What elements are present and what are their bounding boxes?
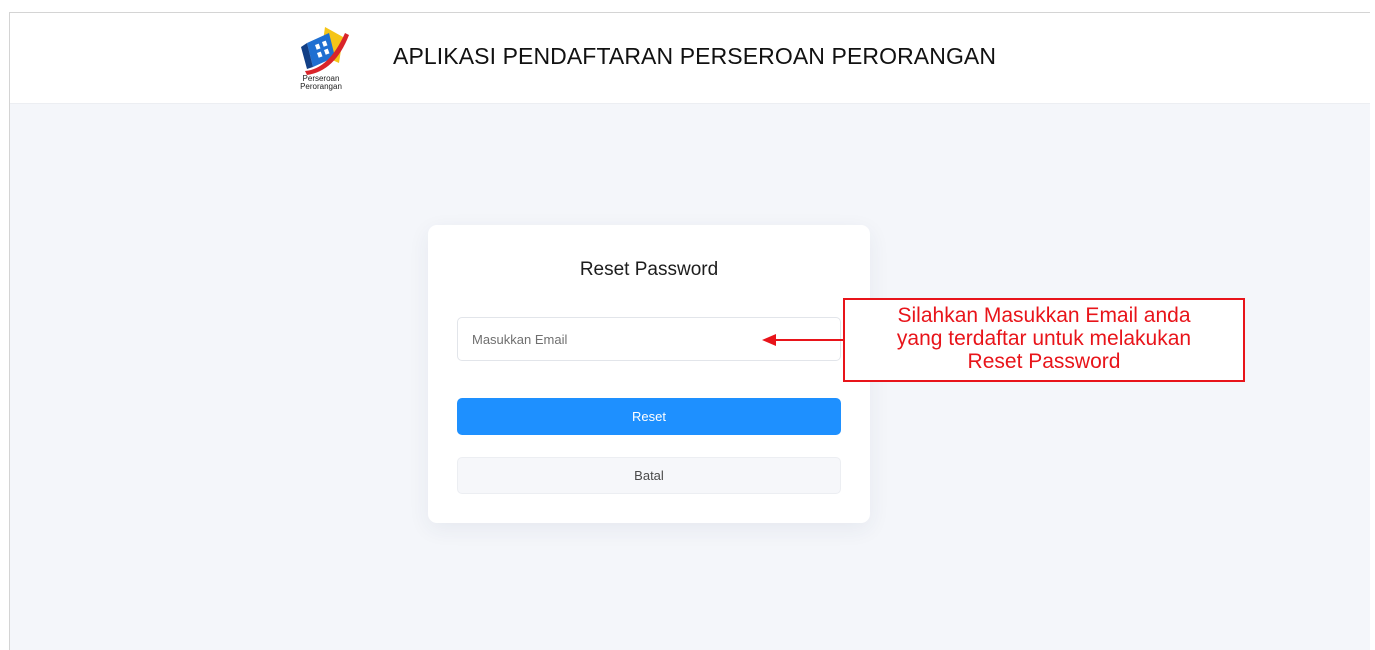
callout-line-3: Reset Password	[967, 350, 1121, 373]
app-header: Perseroan Perorangan APLIKASI PENDAFTARA…	[10, 13, 1370, 104]
callout-line-2: yang terdaftar untuk melakukan	[896, 327, 1192, 350]
reset-button[interactable]: Reset	[457, 398, 841, 435]
app-window: Perseroan Perorangan APLIKASI PENDAFTARA…	[9, 12, 1370, 650]
app-title: APLIKASI PENDAFTARAN PERSEROAN PERORANGA…	[393, 43, 997, 69]
app-logo: Perseroan Perorangan	[285, 23, 357, 91]
logo-caption-line-2: Perorangan	[300, 82, 342, 91]
callout-arrow-icon	[762, 334, 852, 346]
card-title: Reset Password	[579, 259, 719, 280]
reset-password-card: Reset Password Reset Batal	[428, 225, 870, 523]
annotation-callout: Silahkan Masukkan Email anda yang terdaf…	[843, 298, 1245, 382]
cancel-button[interactable]: Batal	[457, 457, 841, 494]
logo-caption: Perseroan Perorangan	[285, 75, 357, 91]
callout-line-1: Silahkan Masukkan Email anda	[897, 304, 1191, 327]
perseroan-perorangan-logo-icon	[301, 27, 349, 75]
